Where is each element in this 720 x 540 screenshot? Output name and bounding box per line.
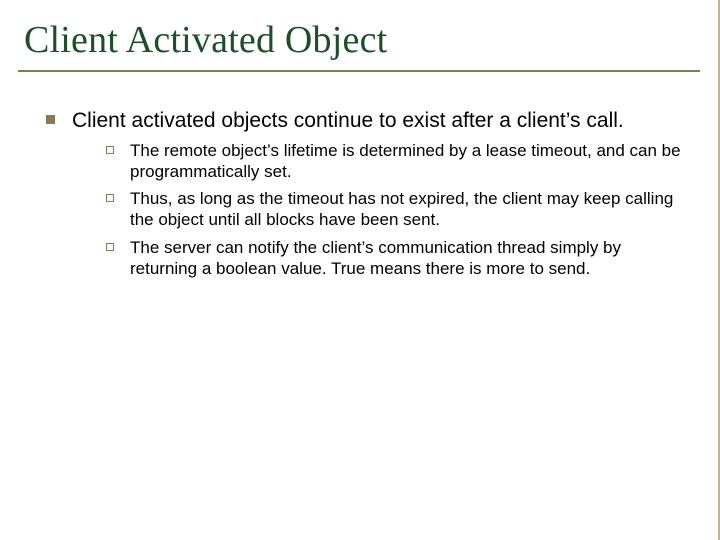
bullet-level2: The remote object’s lifetime is determin… bbox=[106, 140, 690, 183]
subpoints-group: The remote object’s lifetime is determin… bbox=[72, 134, 690, 280]
bullet-level2-text: Thus, as long as the timeout has not exp… bbox=[130, 188, 690, 231]
bullet-level1: Client activated objects continue to exi… bbox=[46, 108, 690, 279]
bullet-level2-text: The remote object’s lifetime is determin… bbox=[130, 140, 690, 183]
slide-title: Client Activated Object bbox=[24, 18, 700, 62]
slide: Client Activated Object Client activated… bbox=[0, 0, 720, 540]
hollow-square-bullet-icon bbox=[106, 146, 114, 154]
hollow-square-bullet-icon bbox=[106, 194, 114, 202]
title-area: Client Activated Object bbox=[18, 18, 700, 72]
bullet-level2: Thus, as long as the timeout has not exp… bbox=[106, 188, 690, 231]
square-bullet-icon bbox=[46, 115, 55, 124]
bullet-level1-text: Client activated objects continue to exi… bbox=[72, 108, 690, 134]
hollow-square-bullet-icon bbox=[106, 243, 114, 251]
bullet-level2: The server can notify the client’s commu… bbox=[106, 237, 690, 280]
content-area: Client activated objects continue to exi… bbox=[18, 108, 700, 279]
bullet-level2-text: The server can notify the client’s commu… bbox=[130, 237, 690, 280]
